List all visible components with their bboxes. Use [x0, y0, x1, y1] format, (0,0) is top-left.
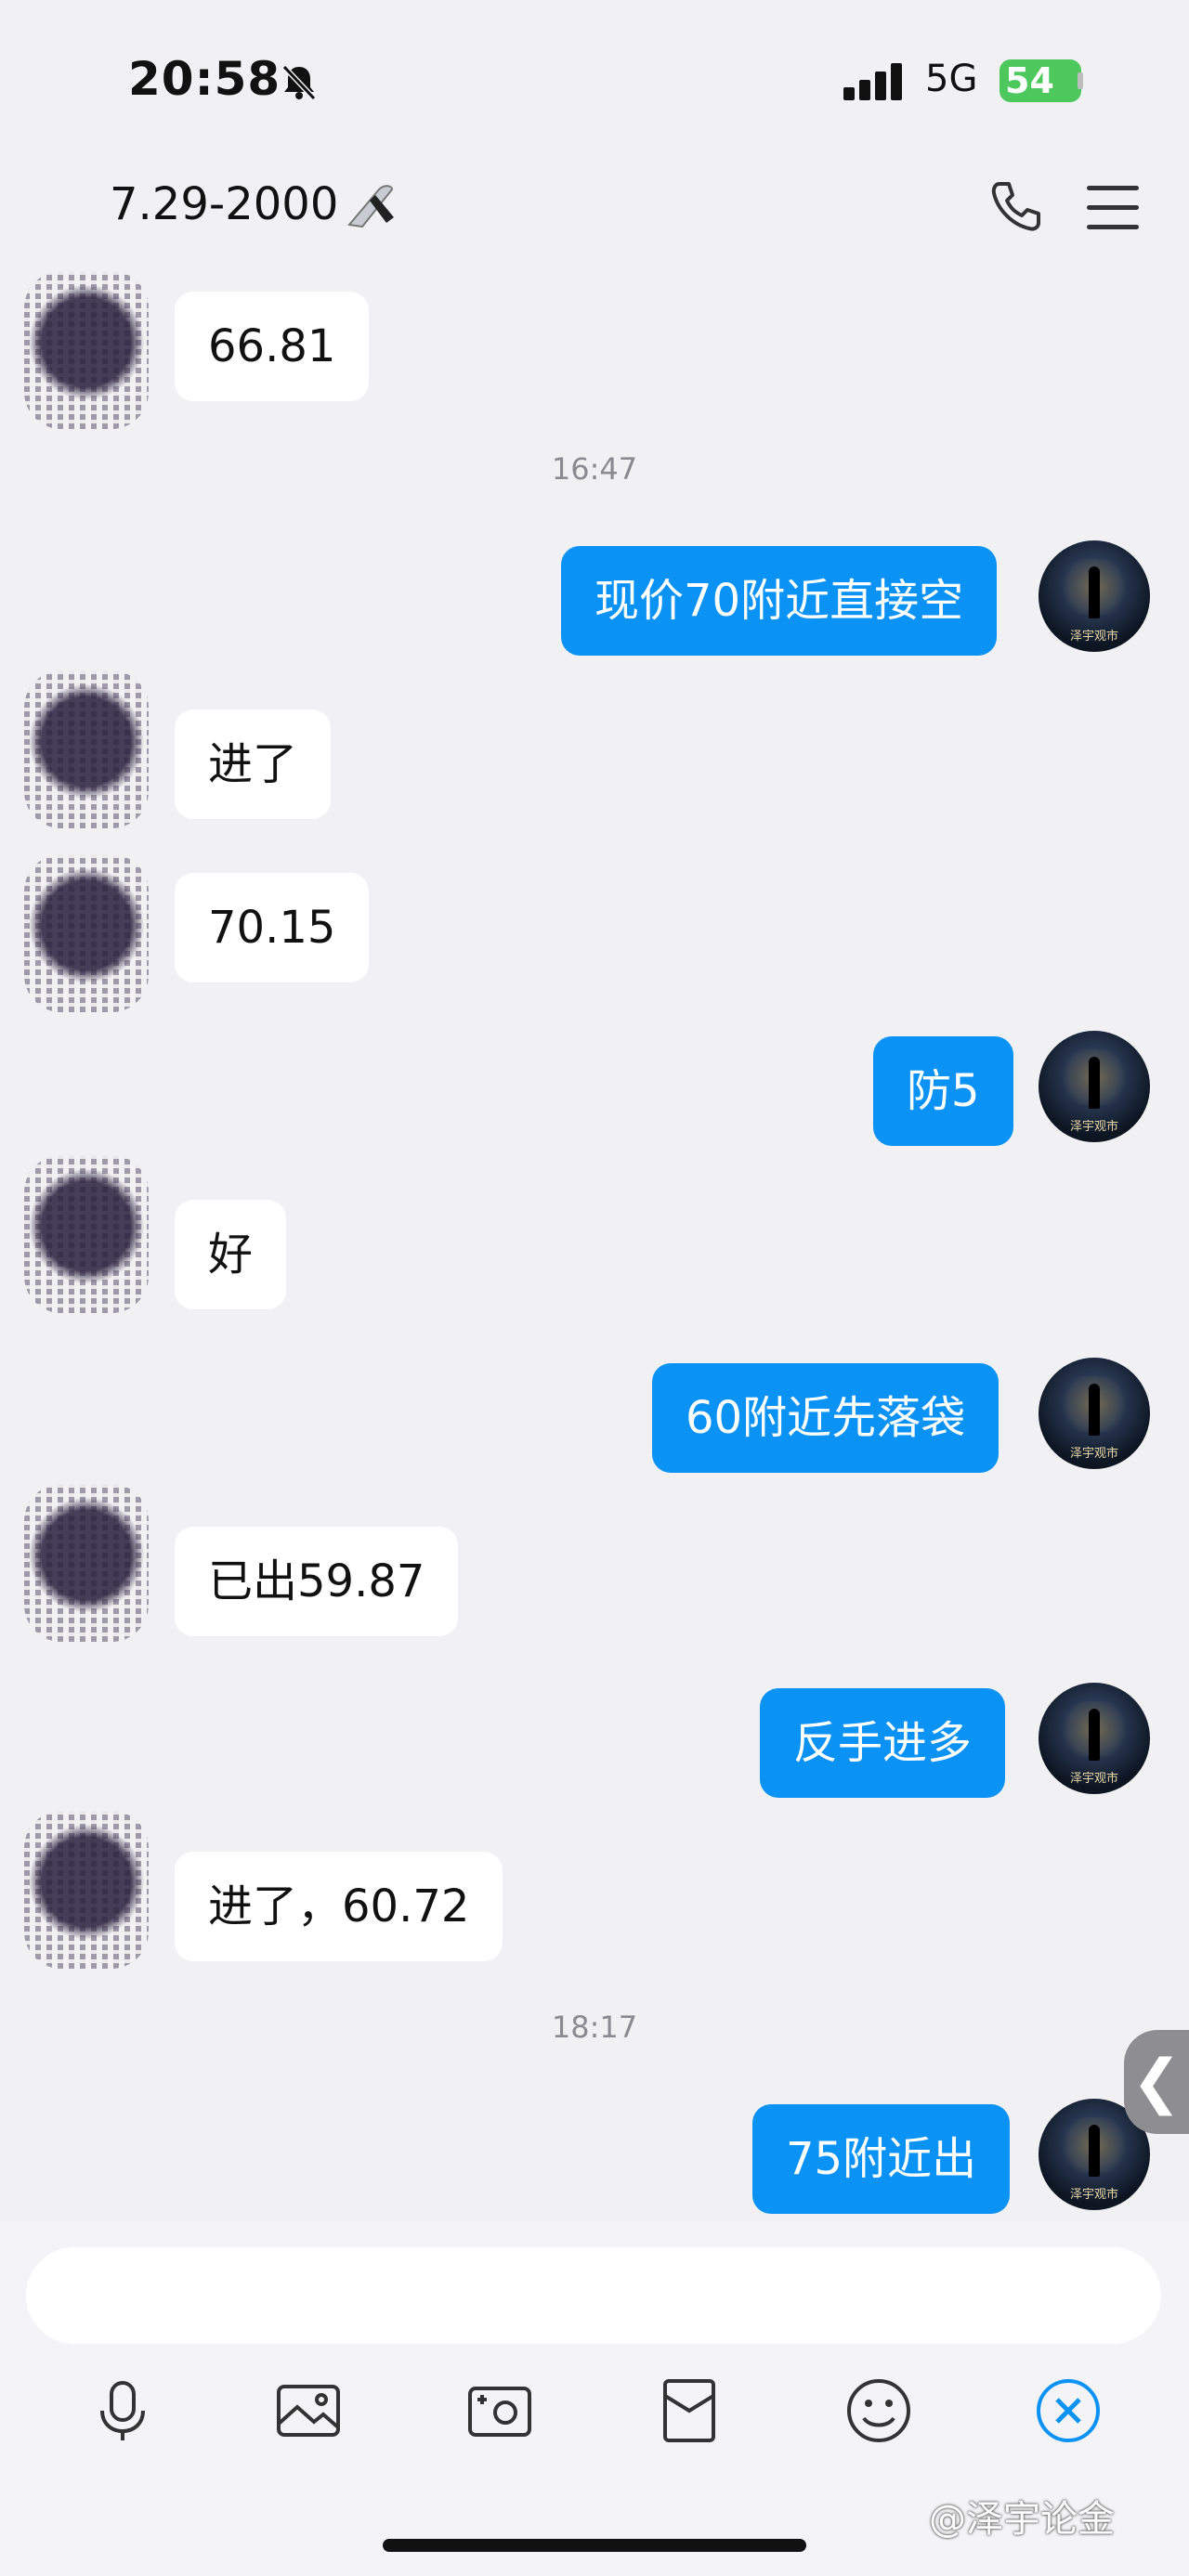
message-bubble-incoming[interactable]: 66.81 — [175, 292, 370, 401]
phone-icon[interactable] — [986, 176, 1046, 236]
message-bubble-outgoing[interactable]: 反手进多 — [760, 1688, 1006, 1798]
status-time: 20:58 — [128, 52, 281, 106]
watermark: @泽宇论金 — [929, 2498, 1115, 2541]
network-type: 5G — [925, 58, 978, 100]
red-packet-icon[interactable] — [654, 2375, 725, 2446]
avatar-caption: 泽宇观市 — [1069, 1772, 1118, 1786]
mic-icon[interactable] — [87, 2375, 158, 2446]
message-timestamp: 18:17 — [551, 2010, 638, 2045]
bell-muted-icon — [281, 64, 317, 101]
avatar-caption: 泽宇观市 — [1069, 1447, 1118, 1461]
avatar-caption: 泽宇观市 — [1069, 2188, 1118, 2202]
image-icon[interactable] — [273, 2375, 344, 2446]
contact-avatar[interactable] — [24, 1155, 149, 1313]
contact-avatar[interactable] — [24, 271, 149, 429]
message-bubble-incoming[interactable]: 好 — [175, 1200, 287, 1309]
avatar-caption: 泽宇观市 — [1069, 1120, 1118, 1134]
chat-title[interactable]: 7.29-2000 — [110, 178, 338, 230]
user-avatar[interactable]: 泽宇观市 — [1039, 1031, 1150, 1142]
close-circle-icon[interactable] — [1033, 2375, 1104, 2446]
battery-cap — [1078, 72, 1083, 89]
signal-icon — [843, 61, 903, 100]
message-bubble-outgoing[interactable]: 60附近先落袋 — [652, 1363, 1000, 1473]
message-timestamp: 16:47 — [551, 451, 638, 487]
message-input[interactable] — [26, 2247, 1161, 2344]
message-bubble-incoming[interactable]: 70.15 — [175, 873, 370, 982]
message-bubble-incoming[interactable]: 已出59.87 — [175, 1527, 459, 1636]
user-avatar[interactable]: 泽宇观市 — [1039, 1358, 1150, 1469]
home-indicator[interactable] — [383, 2539, 806, 2552]
avatar-caption: 泽宇观市 — [1069, 630, 1118, 644]
user-avatar[interactable]: 泽宇观市 — [1039, 1683, 1150, 1794]
contact-avatar[interactable] — [24, 670, 149, 828]
contact-avatar[interactable] — [24, 1484, 149, 1642]
emoji-icon[interactable] — [843, 2375, 914, 2446]
menu-icon[interactable] — [1087, 186, 1139, 230]
contact-avatar[interactable] — [24, 1811, 149, 1969]
knife-icon — [347, 185, 394, 228]
message-bubble-outgoing[interactable]: 防5 — [873, 1036, 1013, 1146]
message-bubble-outgoing[interactable]: 75附近出 — [752, 2104, 1011, 2214]
battery-indicator: 54 — [1000, 59, 1081, 102]
message-bubble-incoming[interactable]: 进了 — [175, 709, 332, 819]
message-bubble-incoming[interactable]: 进了，60.72 — [175, 1852, 503, 1961]
message-bubble-outgoing[interactable]: 现价70附近直接空 — [561, 546, 998, 656]
user-avatar[interactable]: 泽宇观市 — [1039, 540, 1150, 652]
contact-avatar[interactable] — [24, 854, 149, 1012]
side-collapse-tab[interactable]: ❮ — [1124, 2030, 1189, 2134]
camera-icon[interactable] — [464, 2375, 535, 2446]
